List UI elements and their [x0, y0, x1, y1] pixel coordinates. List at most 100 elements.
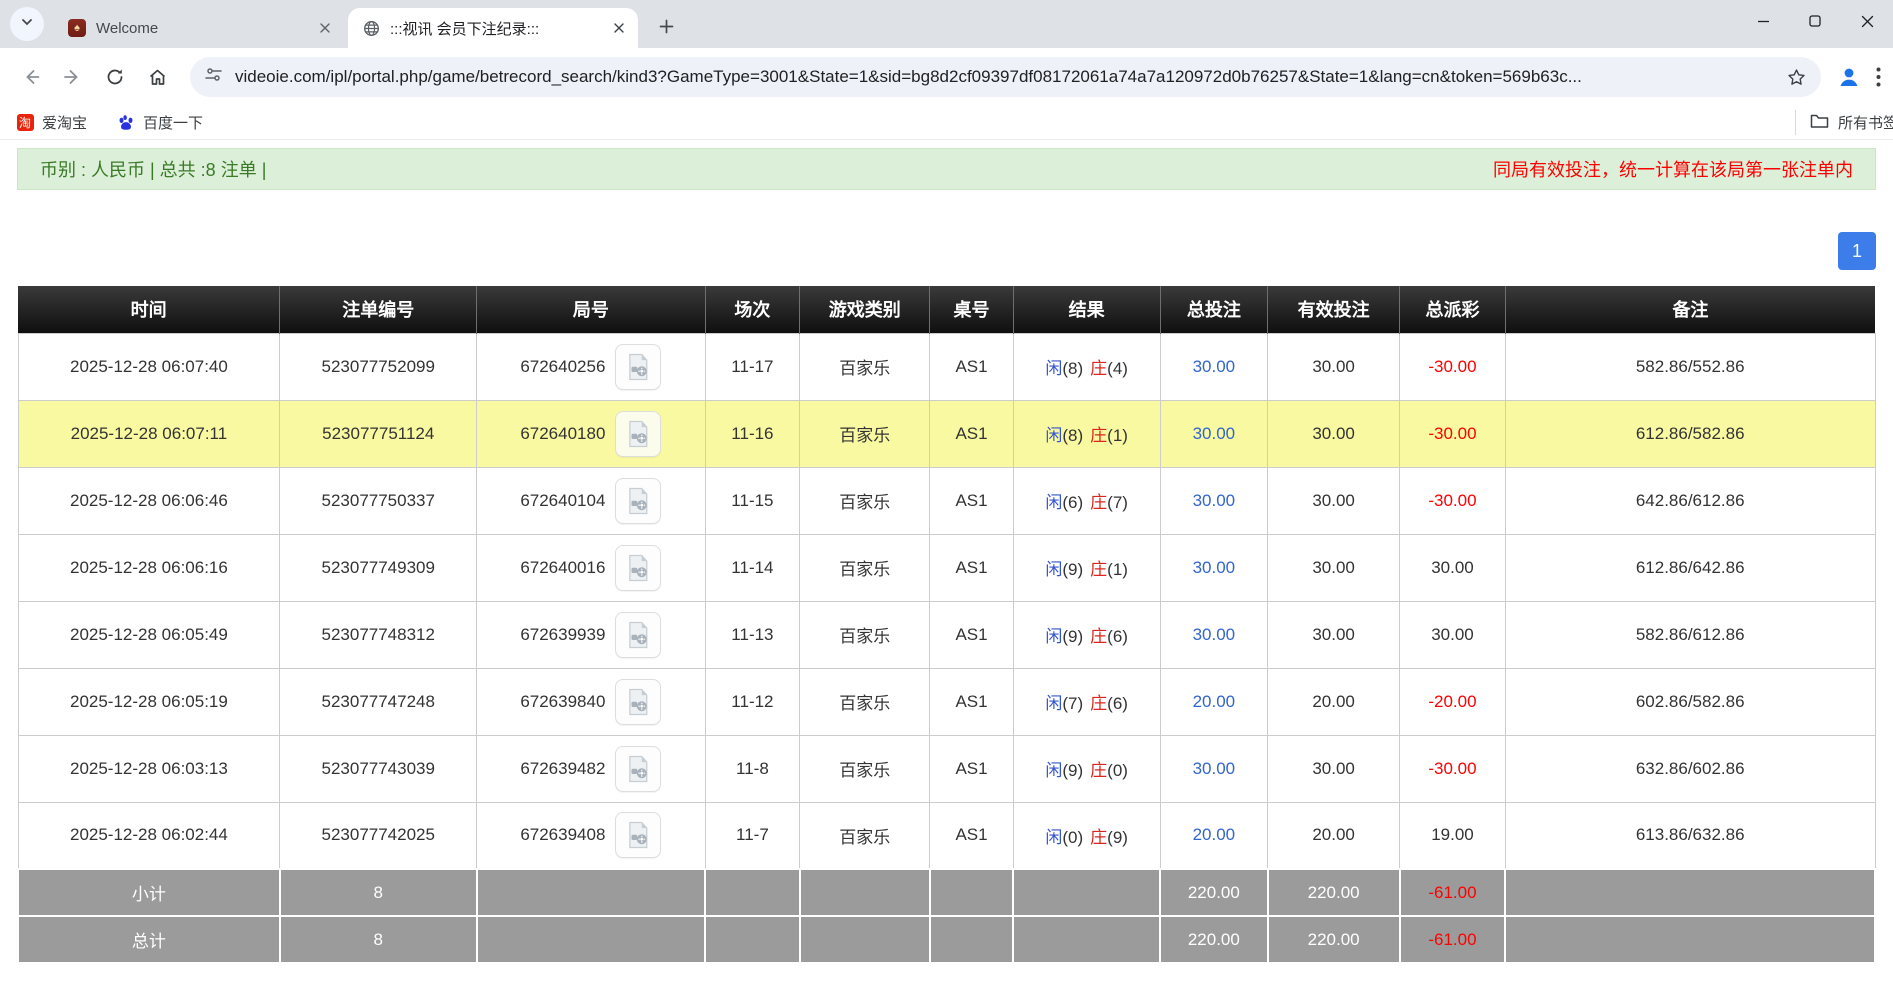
video-replay-button[interactable] — [615, 746, 661, 792]
video-replay-button[interactable] — [615, 812, 661, 858]
cell-total-bet: 30.00 — [1160, 534, 1268, 601]
cell-session: 11-15 — [705, 467, 800, 534]
reload-button[interactable] — [96, 58, 134, 96]
cell-game-type: 百家乐 — [800, 735, 930, 802]
cell-result: 闲(9)庄(1) — [1013, 534, 1160, 601]
cell-time: 2025-12-28 06:05:49 — [18, 601, 280, 668]
summary-row: 总计 8 220.00 220.00 -61.00 — [18, 916, 1875, 963]
table-header: 时间 注单编号 局号 场次 游戏类别 桌号 结果 总投注 有效投注 总派彩 备注 — [18, 286, 1875, 333]
cell-remark: 582.86/552.86 — [1505, 333, 1875, 400]
video-replay-button[interactable] — [615, 679, 661, 725]
banker-score: (1) — [1107, 426, 1128, 445]
video-replay-button[interactable] — [615, 344, 661, 390]
cell-remark: 613.86/632.86 — [1505, 802, 1875, 869]
video-file-icon — [623, 352, 653, 382]
video-replay-button[interactable] — [615, 411, 661, 457]
player-score: (7) — [1062, 694, 1083, 713]
taobao-icon: 淘 — [16, 114, 34, 132]
bookmark-label: 爱淘宝 — [42, 112, 87, 133]
page-content: 币别 : 人民币 | 总共 :8 注单 | 同局有效投注，统一计算在该局第一张注… — [0, 148, 1893, 964]
banker-label: 庄 — [1090, 560, 1107, 579]
cell-result: 闲(0)庄(9) — [1013, 802, 1160, 869]
round-number: 672639939 — [520, 625, 605, 644]
bookmark-baidu[interactable]: 百度一下 — [117, 112, 203, 133]
home-button[interactable] — [138, 58, 176, 96]
maximize-button[interactable] — [1789, 0, 1841, 42]
banker-score: (4) — [1107, 359, 1128, 378]
banker-label: 庄 — [1090, 627, 1107, 646]
all-bookmarks[interactable]: 所有书签 — [1795, 110, 1893, 135]
summary-info-bar: 币别 : 人民币 | 总共 :8 注单 | 同局有效投注，统一计算在该局第一张注… — [17, 148, 1876, 190]
player-score: (6) — [1062, 493, 1083, 512]
table-row: 2025-12-28 06:07:11 523077751124 6726401… — [18, 400, 1875, 467]
cell-valid-bet: 30.00 — [1268, 467, 1400, 534]
table-row: 2025-12-28 06:06:16 523077749309 6726400… — [18, 534, 1875, 601]
browser-toolbar: videoie.com/ipl/portal.php/game/betrecor… — [0, 48, 1893, 106]
tab-search-button[interactable] — [10, 7, 44, 41]
back-button[interactable] — [12, 58, 50, 96]
tab-bet-record[interactable]: :::视讯 会员下注纪录::: — [348, 8, 638, 48]
cell-remark: 642.86/612.86 — [1505, 467, 1875, 534]
globe-favicon — [362, 19, 380, 37]
cell-session: 11-12 — [705, 668, 800, 735]
folder-icon — [1810, 113, 1829, 133]
tab-welcome[interactable]: ♠ Welcome — [54, 8, 344, 48]
cell-round: 672639408 — [477, 802, 705, 869]
menu-icon[interactable] — [1867, 67, 1889, 87]
bookmark-taobao[interactable]: 淘 爱淘宝 — [16, 112, 87, 133]
video-file-icon — [623, 754, 653, 784]
cell-table-no: AS1 — [930, 534, 1014, 601]
address-bar[interactable]: videoie.com/ipl/portal.php/game/betrecor… — [190, 57, 1821, 97]
col-total-bet: 总投注 — [1160, 286, 1268, 333]
footer-count: 8 — [280, 916, 477, 963]
cell-game-type: 百家乐 — [800, 802, 930, 869]
cell-total-bet: 30.00 — [1160, 601, 1268, 668]
url-text[interactable]: videoie.com/ipl/portal.php/game/betrecor… — [235, 67, 1778, 87]
banker-score: (1) — [1107, 560, 1128, 579]
footer-total-bet: 220.00 — [1160, 916, 1268, 963]
video-replay-button[interactable] — [615, 612, 661, 658]
bookmark-star-icon[interactable] — [1786, 67, 1807, 88]
cell-time: 2025-12-28 06:02:44 — [18, 802, 280, 869]
minimize-button[interactable] — [1737, 0, 1789, 42]
profile-avatar[interactable] — [1831, 59, 1867, 95]
footer-valid-bet: 220.00 — [1268, 916, 1400, 963]
cell-payout: 30.00 — [1400, 534, 1506, 601]
col-time: 时间 — [18, 286, 280, 333]
cell-session: 11-8 — [705, 735, 800, 802]
cell-round: 672640016 — [477, 534, 705, 601]
round-number: 672640016 — [520, 558, 605, 577]
cell-round: 672639482 — [477, 735, 705, 802]
round-number: 672640104 — [520, 491, 605, 510]
forward-button[interactable] — [54, 58, 92, 96]
round-number: 672639482 — [520, 759, 605, 778]
cell-table-no: AS1 — [930, 802, 1014, 869]
close-tab-icon[interactable] — [314, 17, 336, 39]
all-bookmarks-label: 所有书签 — [1838, 112, 1893, 133]
page-1-button[interactable]: 1 — [1838, 232, 1876, 270]
player-score: (9) — [1062, 761, 1083, 780]
site-info-icon[interactable] — [204, 65, 223, 89]
col-game-type: 游戏类别 — [800, 286, 930, 333]
cell-game-type: 百家乐 — [800, 400, 930, 467]
video-replay-button[interactable] — [615, 545, 661, 591]
round-number: 672639840 — [520, 692, 605, 711]
col-remark: 备注 — [1505, 286, 1875, 333]
col-session: 场次 — [705, 286, 800, 333]
col-round: 局号 — [477, 286, 705, 333]
video-replay-button[interactable] — [615, 478, 661, 524]
summary-row: 小计 8 220.00 220.00 -61.00 — [18, 869, 1875, 916]
banker-score: (9) — [1107, 828, 1128, 847]
banker-score: (7) — [1107, 493, 1128, 512]
cell-remark: 602.86/582.86 — [1505, 668, 1875, 735]
cell-total-bet: 30.00 — [1160, 467, 1268, 534]
footer-label: 总计 — [18, 916, 280, 963]
window-controls — [1737, 0, 1893, 42]
close-window-button[interactable] — [1841, 0, 1893, 42]
col-result: 结果 — [1013, 286, 1160, 333]
cell-bet-id: 523077742025 — [280, 802, 477, 869]
bookmark-label: 百度一下 — [143, 112, 203, 133]
new-tab-button[interactable] — [650, 10, 682, 42]
footer-payout: -61.00 — [1400, 869, 1506, 916]
close-tab-icon[interactable] — [608, 17, 630, 39]
